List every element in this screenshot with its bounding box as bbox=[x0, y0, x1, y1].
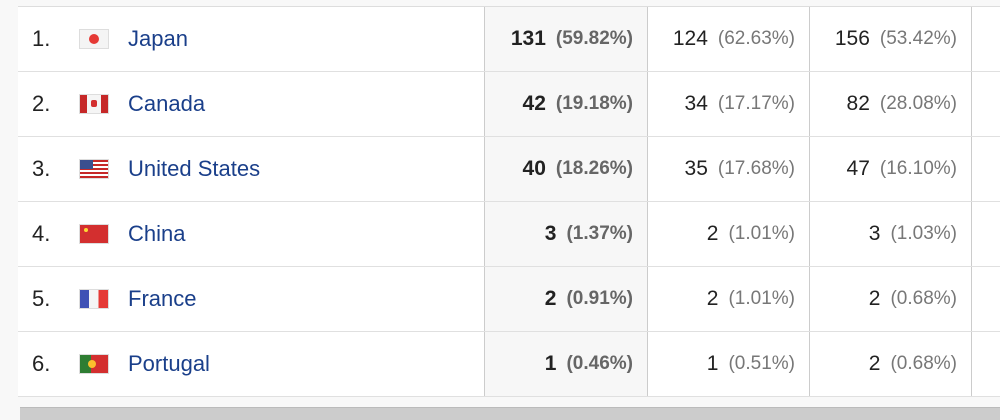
metric-4-cell bbox=[972, 332, 1000, 396]
metric-percent: (28.08%) bbox=[879, 93, 957, 114]
metric-percent: (1.03%) bbox=[890, 223, 957, 244]
rank: 2. bbox=[32, 91, 51, 116]
metric-2-cell: 35 (17.68%) bbox=[648, 137, 810, 201]
metric-value: 42 bbox=[522, 92, 546, 115]
metric-1-cell: 3 (1.37%) bbox=[485, 202, 648, 266]
horizontal-scrollbar[interactable] bbox=[20, 407, 1000, 420]
metric-2-cell: 124 (62.63%) bbox=[648, 7, 810, 71]
metric-percent: (19.18%) bbox=[555, 93, 633, 114]
metric-4-cell bbox=[972, 7, 1000, 71]
metric-3-cell: 156 (53.42%) bbox=[810, 7, 972, 71]
metric-1-cell: 42 (19.18%) bbox=[485, 72, 648, 136]
rank: 4. bbox=[32, 221, 51, 246]
dimension-cell: 6. Portugal bbox=[18, 332, 485, 396]
metric-2-cell: 34 (17.17%) bbox=[648, 72, 810, 136]
metric-value: 2 bbox=[868, 287, 881, 310]
country-link[interactable]: France bbox=[128, 286, 196, 312]
metric-percent: (17.17%) bbox=[717, 93, 795, 114]
dimension-cell: 4. China bbox=[18, 202, 485, 266]
table-row: 5. France 2 (0.91%) 2 (1.01%) 2 (0.68%) bbox=[18, 267, 1000, 332]
country-link[interactable]: China bbox=[128, 221, 185, 247]
metric-3-cell: 3 (1.03%) bbox=[810, 202, 972, 266]
metric-4-cell bbox=[972, 72, 1000, 136]
metric-value: 2 bbox=[706, 222, 719, 245]
rank: 1. bbox=[32, 26, 51, 51]
rank: 5. bbox=[32, 286, 51, 311]
metric-4-cell bbox=[972, 202, 1000, 266]
metric-1-cell: 2 (0.91%) bbox=[485, 267, 648, 331]
metric-value: 2 bbox=[706, 287, 719, 310]
table-row: 6. Portugal 1 (0.46%) 1 (0.51%) 2 (0.68%) bbox=[18, 332, 1000, 397]
metric-value: 2 bbox=[868, 352, 881, 375]
us-flag-icon bbox=[80, 160, 108, 178]
metric-3-cell: 2 (0.68%) bbox=[810, 332, 972, 396]
metric-value: 2 bbox=[544, 287, 557, 310]
table-row: 1. Japan 131 (59.82%) 124 (62.63%) 156 (53.… bbox=[18, 7, 1000, 72]
metric-value: 40 bbox=[522, 157, 546, 180]
country-table: 1. Japan 131 (59.82%) 124 (62.63%) 156 (53.… bbox=[18, 6, 1000, 397]
china-flag-icon bbox=[80, 225, 108, 243]
japan-flag-icon bbox=[80, 30, 108, 48]
table-row: 4. China 3 (1.37%) 2 (1.01%) 3 (1.03%) bbox=[18, 202, 1000, 267]
country-link[interactable]: United States bbox=[128, 156, 260, 182]
metric-percent: (16.10%) bbox=[879, 158, 957, 179]
metric-2-cell: 1 (0.51%) bbox=[648, 332, 810, 396]
metric-percent: (0.46%) bbox=[566, 353, 633, 374]
metric-value: 47 bbox=[846, 157, 870, 180]
metric-value: 1 bbox=[544, 352, 557, 375]
metric-value: 1 bbox=[706, 352, 719, 375]
metric-3-cell: 82 (28.08%) bbox=[810, 72, 972, 136]
metric-4-cell bbox=[972, 137, 1000, 201]
metric-2-cell: 2 (1.01%) bbox=[648, 202, 810, 266]
metric-3-cell: 47 (16.10%) bbox=[810, 137, 972, 201]
metric-percent: (53.42%) bbox=[879, 28, 957, 49]
metric-1-cell: 40 (18.26%) bbox=[485, 137, 648, 201]
metric-value: 82 bbox=[846, 92, 870, 115]
metric-1-cell: 1 (0.46%) bbox=[485, 332, 648, 396]
metric-percent: (18.26%) bbox=[555, 158, 633, 179]
metric-value: 35 bbox=[684, 157, 708, 180]
metric-value: 124 bbox=[672, 27, 708, 50]
rank: 3. bbox=[32, 156, 51, 181]
metric-value: 156 bbox=[834, 27, 870, 50]
dimension-cell: 2. Canada bbox=[18, 72, 485, 136]
canada-flag-icon bbox=[80, 95, 108, 113]
dimension-cell: 1. Japan bbox=[18, 7, 485, 71]
metric-3-cell: 2 (0.68%) bbox=[810, 267, 972, 331]
metric-percent: (1.01%) bbox=[728, 223, 795, 244]
metric-percent: (1.01%) bbox=[728, 288, 795, 309]
dimension-cell: 5. France bbox=[18, 267, 485, 331]
metric-percent: (1.37%) bbox=[566, 223, 633, 244]
metric-percent: (0.68%) bbox=[890, 288, 957, 309]
metric-2-cell: 2 (1.01%) bbox=[648, 267, 810, 331]
rank: 6. bbox=[32, 351, 51, 376]
metric-percent: (17.68%) bbox=[717, 158, 795, 179]
metric-value: 3 bbox=[544, 222, 557, 245]
portugal-flag-icon bbox=[80, 355, 108, 373]
metric-1-cell: 131 (59.82%) bbox=[485, 7, 648, 71]
metric-4-cell bbox=[972, 267, 1000, 331]
country-link[interactable]: Canada bbox=[128, 91, 205, 117]
metric-percent: (0.51%) bbox=[728, 353, 795, 374]
metric-percent: (0.91%) bbox=[566, 288, 633, 309]
metric-value: 3 bbox=[868, 222, 881, 245]
france-flag-icon bbox=[80, 290, 108, 308]
metric-percent: (59.82%) bbox=[555, 28, 633, 49]
metric-value: 34 bbox=[684, 92, 708, 115]
table-row: 3. United States 40 (18.26%) 35 (17.68%) 4… bbox=[18, 137, 1000, 202]
country-link[interactable]: Japan bbox=[128, 26, 188, 52]
dimension-cell: 3. United States bbox=[18, 137, 485, 201]
table-row: 2. Canada 42 (19.18%) 34 (17.17%) 82 (28.08… bbox=[18, 72, 1000, 137]
metric-percent: (62.63%) bbox=[717, 28, 795, 49]
metric-value: 131 bbox=[510, 27, 546, 50]
metric-percent: (0.68%) bbox=[890, 353, 957, 374]
country-link[interactable]: Portugal bbox=[128, 351, 210, 377]
